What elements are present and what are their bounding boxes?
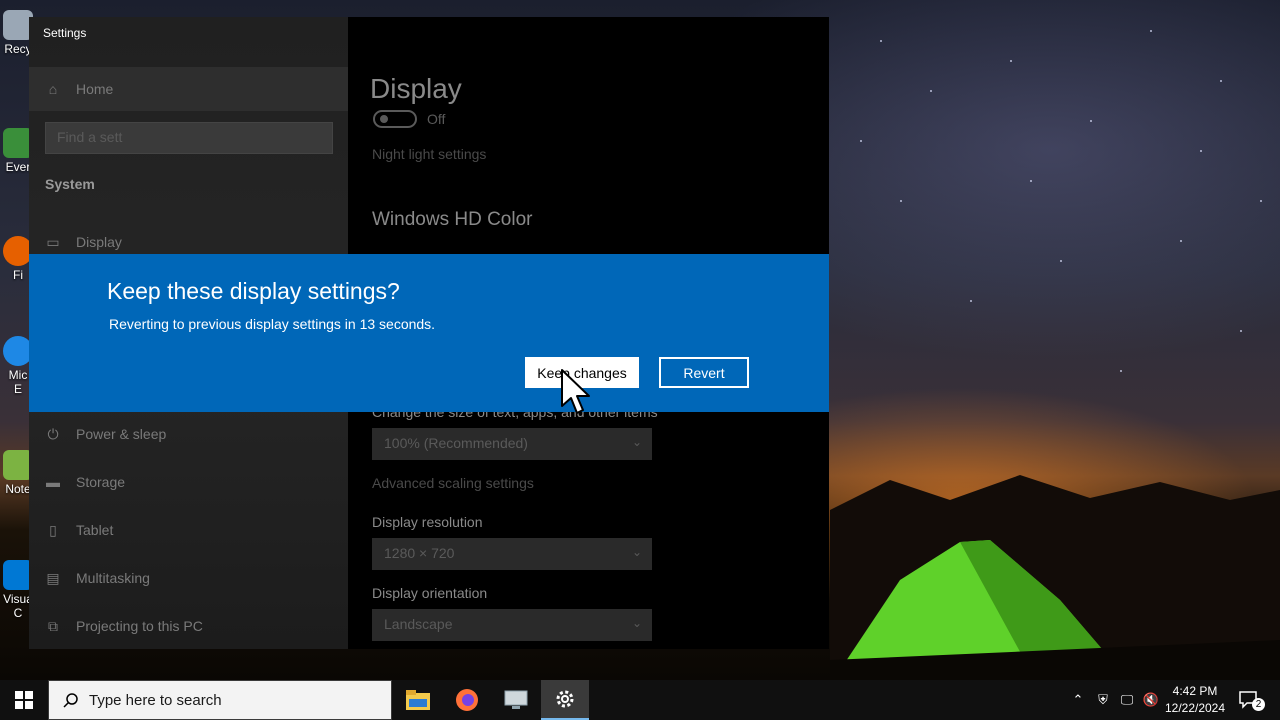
chevron-down-icon: ⌄ [631, 616, 642, 630]
resolution-dropdown[interactable]: 1280 × 720 ⌄ [372, 538, 652, 570]
nav-item-projecting[interactable]: ⧉ Projecting to this PC [29, 604, 348, 648]
clock-date: 12/22/2024 [1164, 701, 1226, 715]
chevron-down-icon: ⌄ [631, 435, 642, 449]
storage-icon: ▬ [46, 474, 60, 490]
scale-value: 100% (Recommended) [384, 435, 528, 451]
file-explorer-icon[interactable] [394, 680, 442, 720]
monitor-icon: ▭ [46, 233, 60, 250]
mountain-tent-scene [830, 475, 1280, 680]
dialog-title: Keep these display settings? [107, 278, 400, 304]
hd-color-heading: Windows HD Color [372, 209, 533, 230]
remote-desktop-icon[interactable] [492, 680, 540, 720]
nav-item-storage[interactable]: ▬ Storage [29, 460, 348, 504]
chevron-down-icon: ⌄ [631, 545, 642, 559]
orientation-label: Display orientation [372, 585, 488, 601]
windows-logo-icon [15, 691, 33, 709]
toggle-knob [380, 115, 388, 123]
nav-item-label: Tablet [76, 522, 114, 538]
show-hidden-icons-chevron-up-icon[interactable]: ⌃ [1068, 680, 1088, 720]
taskbar: ⌃ ⛨ 🖵 🔇 4:42 PM 12/22/2024 2 [0, 680, 1280, 720]
keep-display-settings-dialog: Keep these display settings? Reverting t… [29, 254, 829, 412]
projecting-icon: ⧉ [48, 617, 58, 634]
firefox-icon[interactable] [443, 680, 491, 720]
nav-item-label: Display [76, 234, 122, 250]
nav-item-label: Multitasking [76, 570, 150, 586]
start-button[interactable] [0, 680, 48, 720]
orientation-value: Landscape [384, 616, 453, 632]
nav-item-power-sleep[interactable]: ⏻ Power & sleep [29, 412, 348, 456]
dialog-countdown-message: Reverting to previous display settings i… [109, 316, 436, 332]
nav-item-label: Power & sleep [76, 426, 167, 442]
page-title: Display [370, 73, 462, 104]
mouse-cursor-icon [561, 369, 590, 414]
nav-home-label: Home [76, 81, 114, 97]
settings-search-input[interactable]: Find a sett [45, 122, 333, 154]
nav-section-heading: System [45, 176, 95, 192]
clock-time: 4:42 PM [1172, 684, 1218, 698]
home-icon: ⌂ [48, 81, 58, 97]
security-icon[interactable]: ⛨ [1092, 680, 1114, 720]
notification-count-badge: 2 [1252, 698, 1265, 711]
nav-home[interactable]: ⌂ Home [29, 67, 348, 111]
night-light-settings-link[interactable]: Night light settings [372, 146, 486, 162]
taskbar-search-input[interactable] [89, 691, 369, 709]
advanced-scaling-link[interactable]: Advanced scaling settings [372, 475, 534, 491]
toggle-state-label: Off [427, 111, 446, 127]
taskbar-clock[interactable]: 4:42 PM 12/22/2024 [1160, 683, 1230, 717]
multitasking-icon: ▤ [46, 569, 60, 586]
resolution-value: 1280 × 720 [384, 545, 455, 561]
nav-item-label: Projecting to this PC [76, 618, 203, 634]
nav-item-tablet[interactable]: ▯ Tablet [29, 508, 348, 552]
nav-item-label: Storage [76, 474, 126, 490]
window-title: Settings [43, 26, 87, 40]
action-center-icon[interactable]: 2 [1234, 680, 1265, 720]
revert-button[interactable]: Revert [659, 357, 749, 388]
power-icon: ⏻ [47, 425, 59, 442]
network-icon[interactable]: 🖵 [1116, 680, 1138, 720]
taskbar-search[interactable] [48, 680, 392, 720]
volume-muted-icon[interactable]: 🔇 [1140, 680, 1162, 720]
scale-dropdown[interactable]: 100% (Recommended) ⌄ [372, 428, 652, 460]
search-icon [63, 692, 79, 708]
settings-icon[interactable] [541, 680, 589, 720]
night-light-toggle[interactable] [373, 110, 417, 128]
orientation-dropdown[interactable]: Landscape ⌄ [372, 609, 652, 641]
nav-item-multitasking[interactable]: ▤ Multitasking [29, 556, 348, 600]
tablet-icon: ▯ [49, 521, 57, 538]
resolution-label: Display resolution [372, 514, 483, 530]
